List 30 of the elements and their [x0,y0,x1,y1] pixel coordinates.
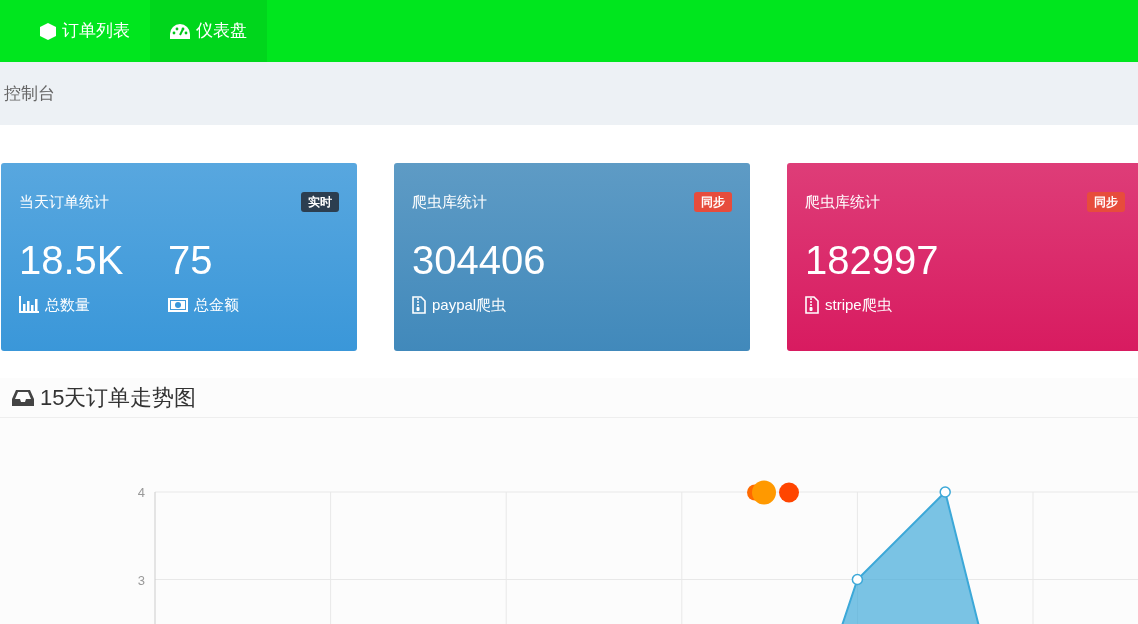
stat-value: 182997 [805,239,940,280]
card-title: 爬虫库统计 [805,192,880,212]
chart-title: 15天订单走势图 [40,384,197,412]
loading-dots-drawing [745,480,801,505]
data-point [939,486,951,498]
bar-chart-icon [19,296,39,314]
stat-label: 总数量 [45,294,90,315]
y-tick-label: 3 [137,572,145,588]
stat-label: 总金额 [194,294,239,315]
nav-tab[interactable]: 仪表盘 [150,0,267,62]
card-title: 爬虫库统计 [412,192,487,212]
stat-value: 18.5K [19,239,125,280]
stat-label: paypal爬虫 [432,294,507,315]
y-tick-label: 4 [137,485,145,500]
nav-tab[interactable]: 订单列表 [20,0,150,62]
inbox-icon [12,388,34,407]
breadcrumb-text: 控制台 [4,82,55,105]
status-badge: 实时 [301,192,339,213]
zip-file-icon [412,295,426,314]
stat-value: 304406 [412,239,547,280]
zip-file-icon [805,295,819,314]
stat-value: 75 [168,239,214,280]
data-point [851,573,864,586]
card-title: 当天订单统计 [19,192,109,212]
gauge-icon [170,23,190,39]
stat-label: stripe爬虫 [825,294,892,315]
status-badge: 同步 [1087,192,1125,213]
banknote-icon [168,297,188,312]
status-badge: 同步 [694,192,732,213]
cube-icon [40,22,56,40]
